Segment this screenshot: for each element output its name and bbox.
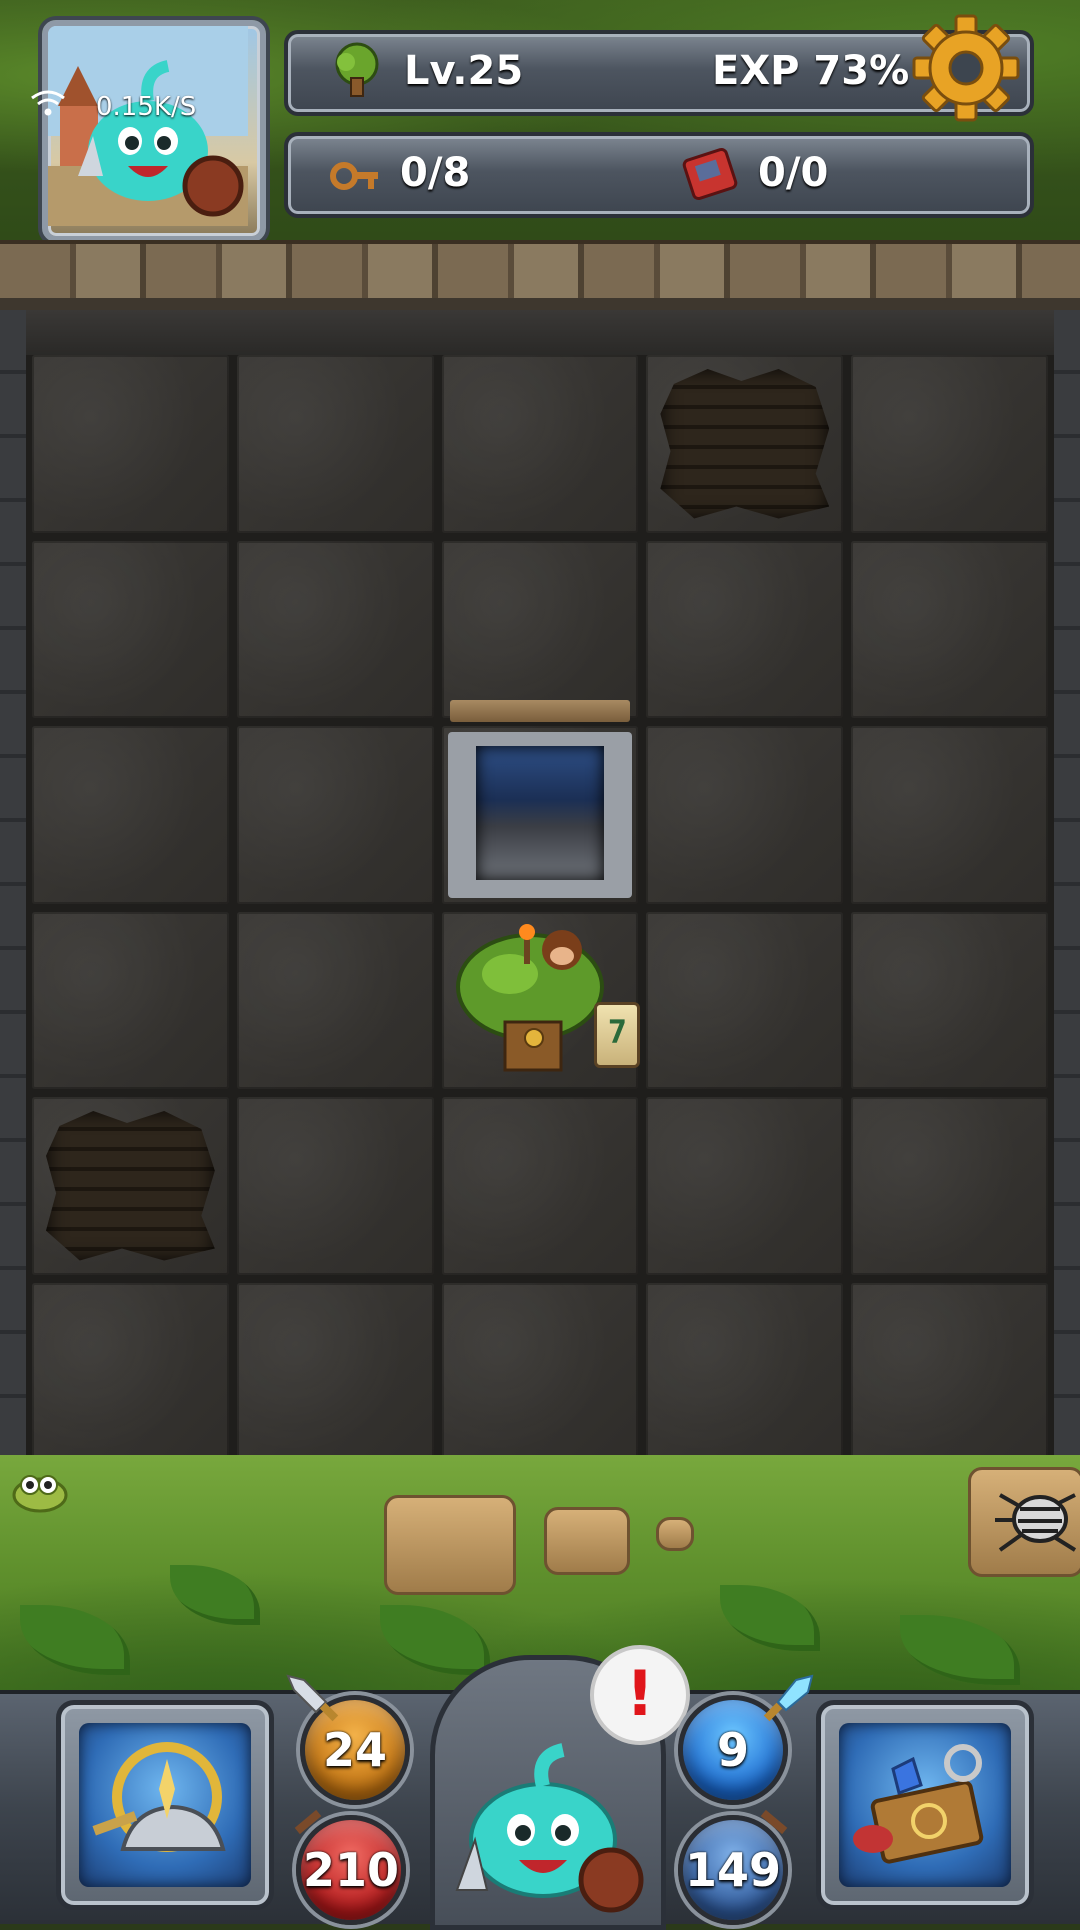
tile[interactable] <box>851 355 1048 533</box>
tile[interactable] <box>646 726 844 904</box>
player-avatar[interactable] <box>42 20 266 242</box>
rock <box>656 1517 694 1551</box>
tile[interactable] <box>236 355 434 533</box>
chameleon-icon <box>12 1475 68 1513</box>
sword-icon <box>286 1674 339 1722</box>
stairs-opening <box>475 746 605 880</box>
leaf <box>900 1615 1020 1685</box>
board-top-edge <box>26 310 1054 358</box>
tile-broken-floor[interactable] <box>32 1097 229 1275</box>
tile[interactable] <box>236 540 434 718</box>
wifi-icon <box>31 90 65 116</box>
tile[interactable] <box>32 540 229 718</box>
equipment-slot <box>79 1723 251 1887</box>
inventory-button[interactable] <box>816 1700 1034 1910</box>
wooden-plank <box>449 700 631 722</box>
tile[interactable] <box>236 726 434 904</box>
leaf <box>170 1565 260 1625</box>
right-wall <box>1054 310 1080 1460</box>
tile-monster[interactable]: 7 <box>441 911 641 1089</box>
floor-hole-icon <box>660 369 830 519</box>
rock <box>384 1495 516 1595</box>
left-wall <box>0 310 26 1460</box>
tile[interactable] <box>646 540 844 718</box>
tile[interactable] <box>441 1097 639 1275</box>
slime-hero-icon <box>455 1743 644 1913</box>
tile[interactable] <box>851 1282 1048 1460</box>
stone-ledge <box>0 240 1080 320</box>
key-icon <box>330 162 378 190</box>
inventory-slot <box>839 1723 1011 1887</box>
floor-hole-icon <box>46 1111 215 1261</box>
diamond-sword-icon <box>763 1674 814 1722</box>
tree-icon <box>335 42 379 97</box>
equipment-button[interactable] <box>56 1700 274 1910</box>
tile[interactable] <box>236 911 434 1089</box>
armor-helmet-icon <box>92 1742 226 1852</box>
spellbook-icon <box>682 147 738 201</box>
tile[interactable] <box>646 1097 844 1275</box>
tile[interactable] <box>851 540 1048 718</box>
slime-avatar-icon <box>48 26 248 226</box>
tile-broken-floor[interactable] <box>646 355 844 533</box>
inventory-bar: 0/8 0/0 <box>284 132 1034 218</box>
alert-bubble[interactable]: ! <box>590 1645 690 1745</box>
tile[interactable] <box>646 1282 844 1460</box>
tile[interactable] <box>441 1282 639 1460</box>
leaf <box>20 1605 130 1675</box>
spider-icon <box>995 1493 1077 1552</box>
dungeon-grid: 7 <box>26 355 1054 1460</box>
exp-text: EXP 73% <box>712 48 910 94</box>
level-text: Lv.25 <box>404 48 524 94</box>
leaf <box>380 1605 490 1675</box>
keys-count: 0/8 <box>400 150 471 196</box>
tile[interactable] <box>32 1282 229 1460</box>
tile[interactable] <box>646 911 844 1089</box>
mp-potion-icon <box>760 1809 788 1835</box>
tile[interactable] <box>32 911 229 1089</box>
tile-stairs[interactable] <box>441 726 639 904</box>
tile[interactable] <box>236 1282 434 1460</box>
hp-potion-icon <box>294 1809 322 1835</box>
rock <box>544 1507 630 1575</box>
tile[interactable] <box>32 726 229 904</box>
tile[interactable] <box>851 1097 1048 1275</box>
timer-badge: 7 <box>594 1001 641 1068</box>
network-speed-text: 0.15K/S <box>96 92 197 122</box>
tile[interactable] <box>32 355 229 533</box>
leaf <box>720 1585 820 1651</box>
tile[interactable] <box>236 1097 434 1275</box>
stairs-down-icon <box>447 732 633 898</box>
settings-gear-icon[interactable] <box>912 14 1020 122</box>
tile[interactable] <box>851 726 1048 904</box>
tile[interactable] <box>441 355 639 533</box>
tile[interactable] <box>441 540 639 722</box>
scrolls-count: 0/0 <box>758 150 829 196</box>
tile[interactable] <box>851 911 1048 1089</box>
treasure-book-icon <box>853 1744 984 1864</box>
